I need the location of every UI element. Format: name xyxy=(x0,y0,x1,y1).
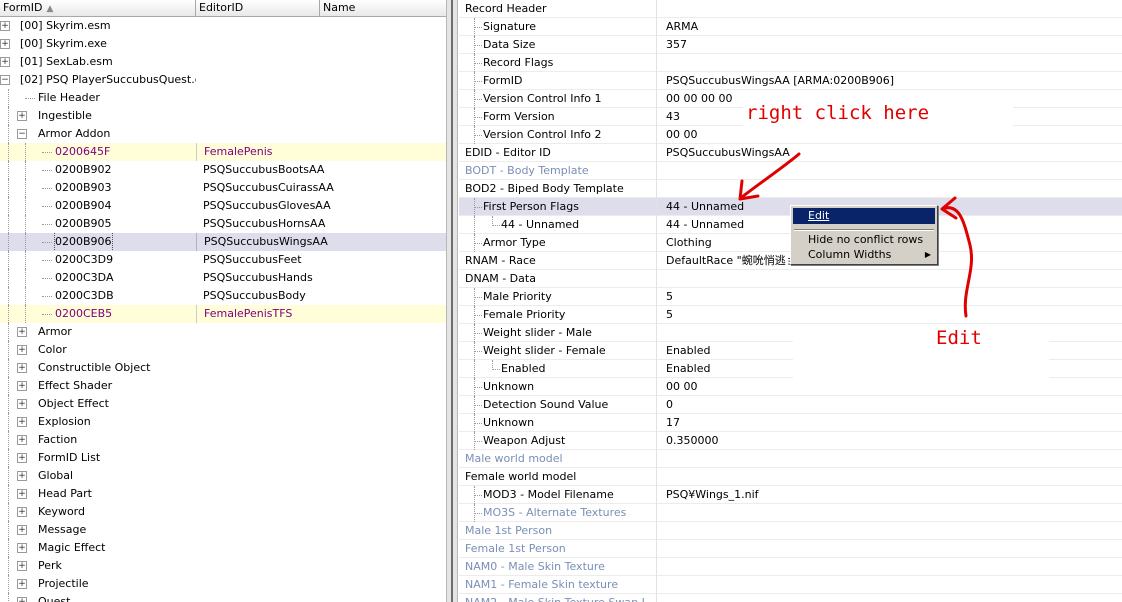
menu-item-hide-no-conflict-rows[interactable]: Hide no conflict rows xyxy=(793,232,935,248)
annotation-arrow-to-value xyxy=(740,152,801,199)
menu-item-column-widths[interactable]: Column Widths ▶ xyxy=(793,247,935,263)
menu-item-column-widths-label: Column Widths xyxy=(808,248,892,261)
menu-item-edit[interactable]: Edit xyxy=(793,208,935,224)
menu-item-hide-no-conflict-label: Hide no conflict rows xyxy=(808,233,924,246)
submenu-arrow-icon: ▶ xyxy=(924,250,931,259)
annotation-arrow-to-menu xyxy=(943,206,973,318)
context-menu: Edit Hide no conflict rows Column Widths… xyxy=(790,205,938,265)
menu-separator xyxy=(794,229,934,231)
annotation-arrows xyxy=(738,152,973,318)
menu-item-edit-label: Edit xyxy=(808,209,830,222)
